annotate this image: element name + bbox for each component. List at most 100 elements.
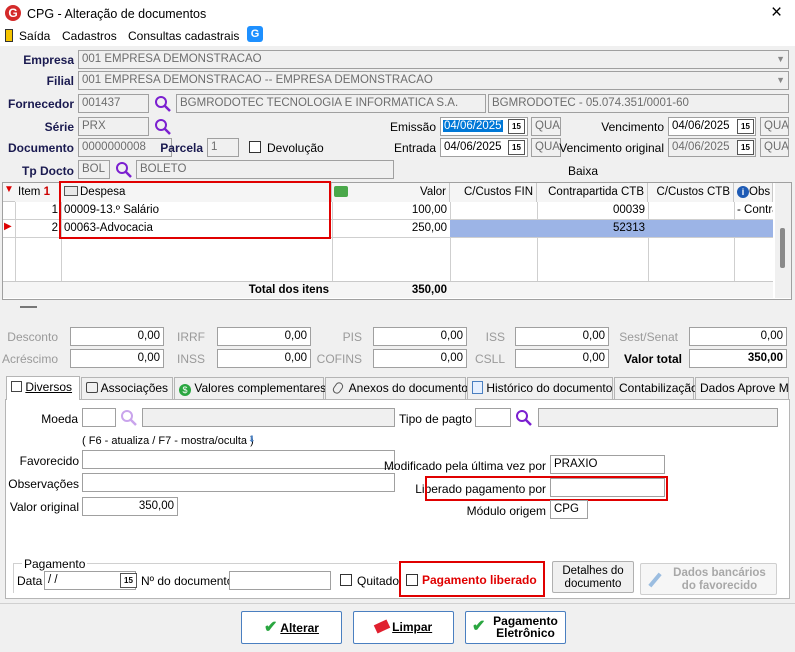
tipo-pagto-name bbox=[538, 408, 778, 427]
dollar-icon: $ bbox=[179, 384, 191, 396]
sest-input[interactable]: 0,00 bbox=[689, 327, 787, 346]
emissao-label: Emissão bbox=[389, 120, 436, 134]
calendar-icon[interactable]: 15 bbox=[120, 573, 137, 588]
dados-bancarios-button: Dados bancários do favorecido bbox=[640, 563, 777, 595]
acrescimo-label: Acréscimo bbox=[1, 352, 58, 366]
search-icon[interactable] bbox=[120, 409, 138, 427]
iss-input[interactable]: 0,00 bbox=[515, 327, 609, 346]
csll-label: CSLL bbox=[474, 352, 505, 366]
parcela-input[interactable]: 1 bbox=[207, 138, 239, 157]
row-item: 2 bbox=[51, 222, 58, 234]
menu-cadastros[interactable]: Cadastros bbox=[62, 29, 117, 43]
tab-aprove-me[interactable]: Dados Aprove Me bbox=[695, 377, 789, 399]
exit-icon bbox=[5, 29, 13, 42]
tab-associacoes[interactable]: Associações bbox=[81, 377, 173, 399]
app-logo-icon: G bbox=[5, 5, 21, 21]
favorecido-label: Favorecido bbox=[19, 454, 79, 468]
quitado-checkbox[interactable] bbox=[340, 574, 352, 586]
acrescimo-input[interactable]: 0,00 bbox=[70, 349, 164, 368]
menu-saida[interactable]: Saída bbox=[19, 29, 50, 43]
fornecedor-cnpj: BGMRODOTEC - 05.074.351/0001-60 bbox=[488, 94, 789, 113]
tab-diversos[interactable]: Diversos bbox=[6, 376, 80, 400]
ndoc-input[interactable] bbox=[229, 571, 331, 590]
tab-anexos[interactable]: Anexos do documento bbox=[325, 377, 468, 399]
inss-input[interactable]: 0,00 bbox=[217, 349, 311, 368]
irrf-input[interactable]: 0,00 bbox=[217, 327, 311, 346]
grid-scrollbar[interactable] bbox=[775, 183, 791, 298]
splitter-handle[interactable] bbox=[20, 306, 37, 308]
col-valor[interactable]: Valor bbox=[332, 183, 450, 202]
fornecedor-code[interactable]: 001437 bbox=[78, 94, 149, 113]
csll-input[interactable]: 0,00 bbox=[515, 349, 609, 368]
search-icon[interactable] bbox=[115, 161, 133, 179]
ndoc-label: Nº do documento bbox=[141, 574, 234, 588]
valor-total-label: Valor total bbox=[623, 352, 682, 366]
tpdocto-name: BOLETO bbox=[136, 160, 394, 179]
fornecedor-name: BGMRODOTEC TECNOLOGIA E INFORMATICA S.A. bbox=[176, 94, 486, 113]
sort-indicator-icon: ▼ bbox=[4, 184, 14, 195]
calendar-icon[interactable]: 15 bbox=[508, 119, 525, 134]
tab-contabilizacao[interactable]: Contabilização bbox=[614, 377, 698, 399]
detalhes-button[interactable]: Detalhes do documento bbox=[552, 561, 634, 593]
pis-input[interactable]: 0,00 bbox=[373, 327, 467, 346]
tab-valores[interactable]: $ Valores complementares bbox=[174, 377, 326, 399]
tipo-pagto-input[interactable] bbox=[475, 408, 511, 427]
desconto-input[interactable]: 0,00 bbox=[70, 327, 164, 346]
iss-label: ISS bbox=[485, 330, 505, 344]
search-icon[interactable] bbox=[154, 118, 172, 136]
observacoes-label: Observações bbox=[8, 477, 79, 491]
link-icon bbox=[86, 382, 98, 393]
observacoes-input[interactable] bbox=[82, 473, 395, 492]
col-cc-fin[interactable]: C/Custos FIN bbox=[450, 183, 537, 202]
limpar-button[interactable]: Limpar bbox=[353, 611, 454, 644]
cofins-input[interactable]: 0,00 bbox=[373, 349, 467, 368]
moeda-name bbox=[142, 408, 395, 427]
parcela-label: Parcela bbox=[160, 141, 203, 155]
devolucao-checkbox[interactable] bbox=[249, 141, 261, 153]
menu-consultas[interactable]: Consultas cadastrais bbox=[128, 29, 239, 43]
moeda-input[interactable] bbox=[82, 408, 116, 427]
modulo-label: Módulo origem bbox=[466, 504, 546, 518]
alterar-button[interactable]: ✔ Alterar bbox=[241, 611, 342, 644]
col-contrapartida[interactable]: Contrapartida CTB bbox=[537, 183, 648, 202]
row-valor: 250,00 bbox=[411, 222, 447, 234]
pis-label: PIS bbox=[342, 330, 362, 344]
cofins-label: COFINS bbox=[316, 352, 362, 366]
vencimento-weekday: QUA bbox=[760, 117, 789, 136]
serie-label: Série bbox=[44, 120, 74, 134]
current-row-icon: ▶ bbox=[4, 221, 12, 232]
calendar-icon[interactable]: 15 bbox=[737, 119, 754, 134]
window-title: CPG - Alteração de documentos bbox=[27, 7, 207, 21]
col-obs[interactable]: i Obs bbox=[734, 183, 773, 202]
app-shortcut-icon[interactable]: G bbox=[247, 26, 263, 42]
money-icon bbox=[334, 186, 348, 197]
serie-input[interactable]: PRX bbox=[78, 117, 149, 136]
tpdocto-code[interactable]: BOL bbox=[78, 160, 110, 179]
empresa-label: Empresa bbox=[23, 53, 74, 67]
search-icon[interactable] bbox=[515, 409, 533, 427]
calendar-icon[interactable]: 15 bbox=[508, 140, 525, 155]
tab-historico[interactable]: Histórico do documento bbox=[467, 377, 613, 399]
modulo-value: CPG bbox=[550, 500, 588, 519]
row-contrapartida: 52313 bbox=[613, 222, 645, 234]
highlight-liberado bbox=[425, 476, 668, 501]
total-value: 350,00 bbox=[411, 284, 447, 296]
valor-original-input[interactable]: 350,00 bbox=[82, 497, 178, 516]
moeda-label: Moeda bbox=[41, 412, 78, 426]
inss-label: INSS bbox=[176, 352, 205, 366]
pag-eletronico-button[interactable]: ✔ Pagamento Eletrônico bbox=[465, 611, 566, 644]
vencimento-label: Vencimento bbox=[601, 120, 664, 134]
close-icon[interactable]: × bbox=[771, 3, 782, 23]
document-icon bbox=[472, 381, 483, 394]
emissao-weekday: QUA bbox=[531, 117, 561, 136]
favorecido-input[interactable] bbox=[82, 450, 395, 469]
col-cc-ctb[interactable]: C/Custos CTB bbox=[648, 183, 734, 202]
col-item[interactable]: Item 1 bbox=[15, 183, 61, 202]
arrow-down-icon: ⬇ bbox=[248, 434, 256, 444]
pencil-icon bbox=[648, 572, 662, 588]
empresa-select[interactable]: 001 EMPRESA DEMONSTRACAO ▼ bbox=[78, 50, 789, 69]
filial-label: Filial bbox=[46, 74, 74, 88]
filial-select[interactable]: 001 EMPRESA DEMONSTRACAO -- EMPRESA DEMO… bbox=[78, 71, 789, 90]
search-icon[interactable] bbox=[154, 95, 172, 113]
desconto-label: Desconto bbox=[7, 330, 58, 344]
